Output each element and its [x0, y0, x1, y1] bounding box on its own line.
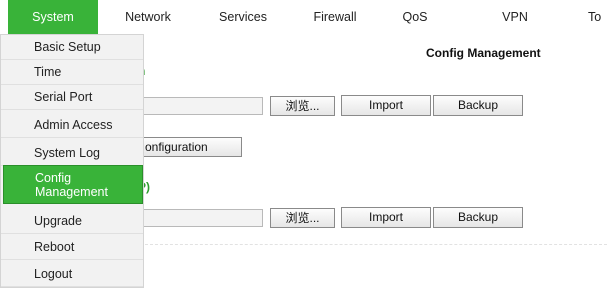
tab-network[interactable]: Network	[103, 0, 193, 34]
browse-button[interactable]: 浏览...	[270, 96, 335, 116]
tab-qos[interactable]: QoS	[370, 0, 460, 34]
tab-tools[interactable]: To	[580, 0, 607, 34]
config-file-input[interactable]	[138, 97, 263, 115]
tab-vpn[interactable]: VPN	[470, 0, 560, 34]
backup-button-secondary[interactable]: Backup	[433, 207, 523, 228]
restore-configuration-button[interactable]: onfiguration	[138, 137, 242, 157]
system-dropdown-menu: Basic Setup Time Serial Port Admin Acces…	[0, 34, 144, 288]
backup-button[interactable]: Backup	[433, 95, 523, 116]
tab-firewall[interactable]: Firewall	[290, 0, 380, 34]
menu-item-system-log[interactable]: System Log	[1, 141, 143, 166]
menu-item-serial-port[interactable]: Serial Port	[1, 85, 143, 110]
import-button-secondary[interactable]: Import	[341, 207, 431, 228]
menu-item-config-management[interactable]: Config Management	[3, 165, 143, 204]
menu-item-basic-setup[interactable]: Basic Setup	[1, 35, 143, 60]
menu-item-time[interactable]: Time	[1, 60, 143, 85]
page-title: Config Management	[426, 46, 541, 60]
browse-button-secondary[interactable]: 浏览...	[270, 208, 335, 228]
secondary-file-input[interactable]	[138, 209, 263, 227]
menu-item-upgrade[interactable]: Upgrade	[1, 209, 143, 234]
divider	[145, 244, 607, 245]
menu-item-logout[interactable]: Logout	[1, 262, 143, 287]
menu-item-reboot[interactable]: Reboot	[1, 235, 143, 260]
tab-services[interactable]: Services	[198, 0, 288, 34]
top-navigation: System Network Services Firewall QoS VPN…	[0, 0, 607, 34]
menu-item-admin-access[interactable]: Admin Access	[1, 113, 143, 138]
tab-system[interactable]: System	[8, 0, 98, 34]
import-button[interactable]: Import	[341, 95, 431, 116]
